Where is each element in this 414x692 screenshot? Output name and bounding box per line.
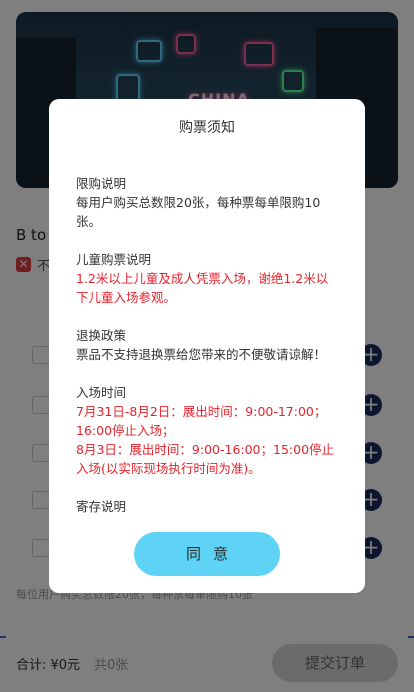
- notice-section: 寄存说明: [76, 497, 340, 516]
- section-line: 票品不支持退换票给您带来的不便敬请谅解！: [76, 347, 327, 362]
- section-heading: 寄存说明: [76, 499, 127, 514]
- section-line: 每用户购买总数限20张，每种票每单限购10张。: [76, 195, 321, 229]
- ticket-notice-dialog: 购票须知 限购说明 每用户购买总数限20张，每种票每单限购10张。 儿童购票说明…: [49, 99, 365, 593]
- agree-button[interactable]: 同意: [134, 532, 280, 576]
- section-line: 8月3日：展出时间：9:00-16:00；15:00停止入场(以实际现场执行时间…: [76, 442, 335, 476]
- section-heading: 退换政策: [76, 328, 127, 343]
- section-heading: 入场时间: [76, 385, 127, 400]
- section-line: 1.2米以上儿童及成人凭票入场，谢绝1.2米以下儿童入场参观。: [76, 271, 329, 305]
- notice-section: 儿童购票说明 1.2米以上儿童及成人凭票入场，谢绝1.2米以下儿童入场参观。: [76, 250, 340, 307]
- section-text: 每用户购买总数限20张，每种票每单限购10张。: [76, 193, 340, 231]
- notice-section: 限购说明 每用户购买总数限20张，每种票每单限购10张。: [76, 174, 340, 231]
- section-heading: 限购说明: [76, 176, 127, 191]
- notice-section: 入场时间 7月31日-8月2日：展出时间：9:00-17:00；16:00停止入…: [76, 383, 340, 478]
- section-line: 7月31日-8月2日：展出时间：9:00-17:00；16:00停止入场；: [76, 404, 327, 438]
- dialog-scroll-content[interactable]: 限购说明 每用户购买总数限20张，每种票每单限购10张。 儿童购票说明 1.2米…: [76, 174, 340, 526]
- notice-section: 退换政策 票品不支持退换票给您带来的不便敬请谅解！: [76, 326, 340, 364]
- section-text: 票品不支持退换票给您带来的不便敬请谅解！: [76, 345, 340, 364]
- section-text: 7月31日-8月2日：展出时间：9:00-17:00；16:00停止入场； 8月…: [76, 402, 340, 478]
- section-heading: 儿童购票说明: [76, 252, 152, 267]
- dialog-title: 购票须知: [179, 120, 235, 136]
- section-text: 1.2米以上儿童及成人凭票入场，谢绝1.2米以下儿童入场参观。: [76, 269, 340, 307]
